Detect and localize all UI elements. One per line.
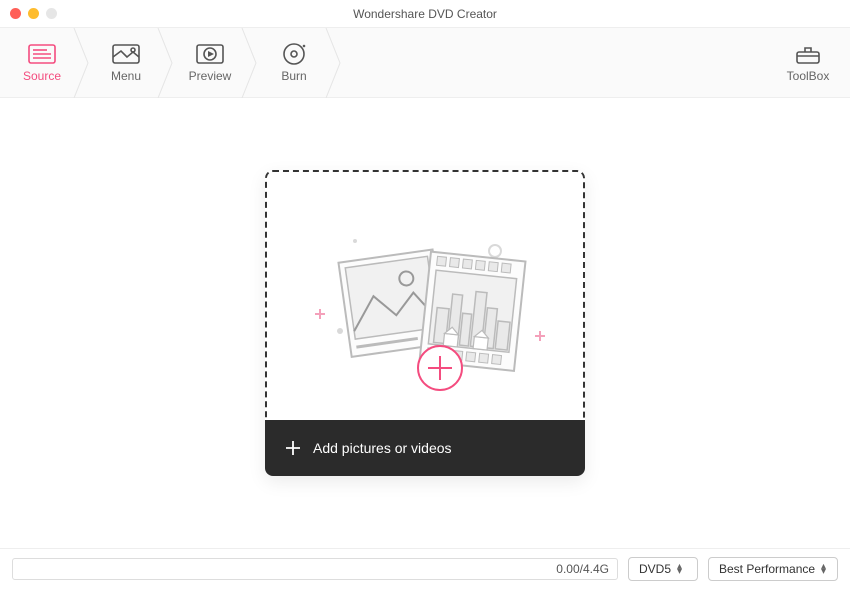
add-media-label: Add pictures or videos: [313, 440, 452, 456]
step-menu[interactable]: Menu: [84, 28, 168, 97]
toolbox-button[interactable]: ToolBox: [766, 28, 850, 97]
step-label: Burn: [281, 69, 306, 83]
preview-icon: [195, 43, 225, 65]
step-preview[interactable]: Preview: [168, 28, 252, 97]
capacity-meter: 0.00/4.4G: [12, 558, 618, 580]
capacity-text: 0.00/4.4G: [556, 562, 609, 576]
step-burn[interactable]: Burn: [252, 28, 336, 97]
window-title: Wondershare DVD Creator: [353, 7, 497, 21]
stepper-icon: ▴▾: [677, 564, 682, 574]
close-icon[interactable]: [10, 8, 21, 19]
minimize-icon[interactable]: [28, 8, 39, 19]
dropzone-canvas[interactable]: [265, 170, 585, 420]
main-area: Add pictures or videos: [0, 98, 850, 548]
window-controls: [10, 8, 57, 19]
step-label: Source: [23, 69, 61, 83]
title-bar: Wondershare DVD Creator: [0, 0, 850, 28]
toolbox-icon: [793, 43, 823, 65]
stepper-icon: ▴▾: [821, 564, 826, 574]
plus-icon: [283, 438, 303, 458]
disc-type-value: DVD5: [639, 562, 671, 576]
add-media-button[interactable]: Add pictures or videos: [265, 420, 585, 476]
quality-value: Best Performance: [719, 562, 815, 576]
menu-icon: [111, 43, 141, 65]
media-placeholder-icon: [295, 196, 555, 396]
quality-select[interactable]: Best Performance ▴▾: [708, 557, 838, 581]
stepbar-spacer: [336, 28, 766, 97]
disc-type-select[interactable]: DVD5 ▴▾: [628, 557, 698, 581]
dropzone: Add pictures or videos: [265, 170, 585, 476]
step-label: Preview: [189, 69, 232, 83]
burn-icon: [279, 43, 309, 65]
step-label: Menu: [111, 69, 141, 83]
step-bar: Source Menu Preview Burn ToolBox: [0, 28, 850, 98]
maximize-icon: [46, 8, 57, 19]
step-source[interactable]: Source: [0, 28, 84, 97]
footer-bar: 0.00/4.4G DVD5 ▴▾ Best Performance ▴▾: [0, 548, 850, 589]
toolbox-label: ToolBox: [787, 69, 830, 83]
source-icon: [27, 43, 57, 65]
